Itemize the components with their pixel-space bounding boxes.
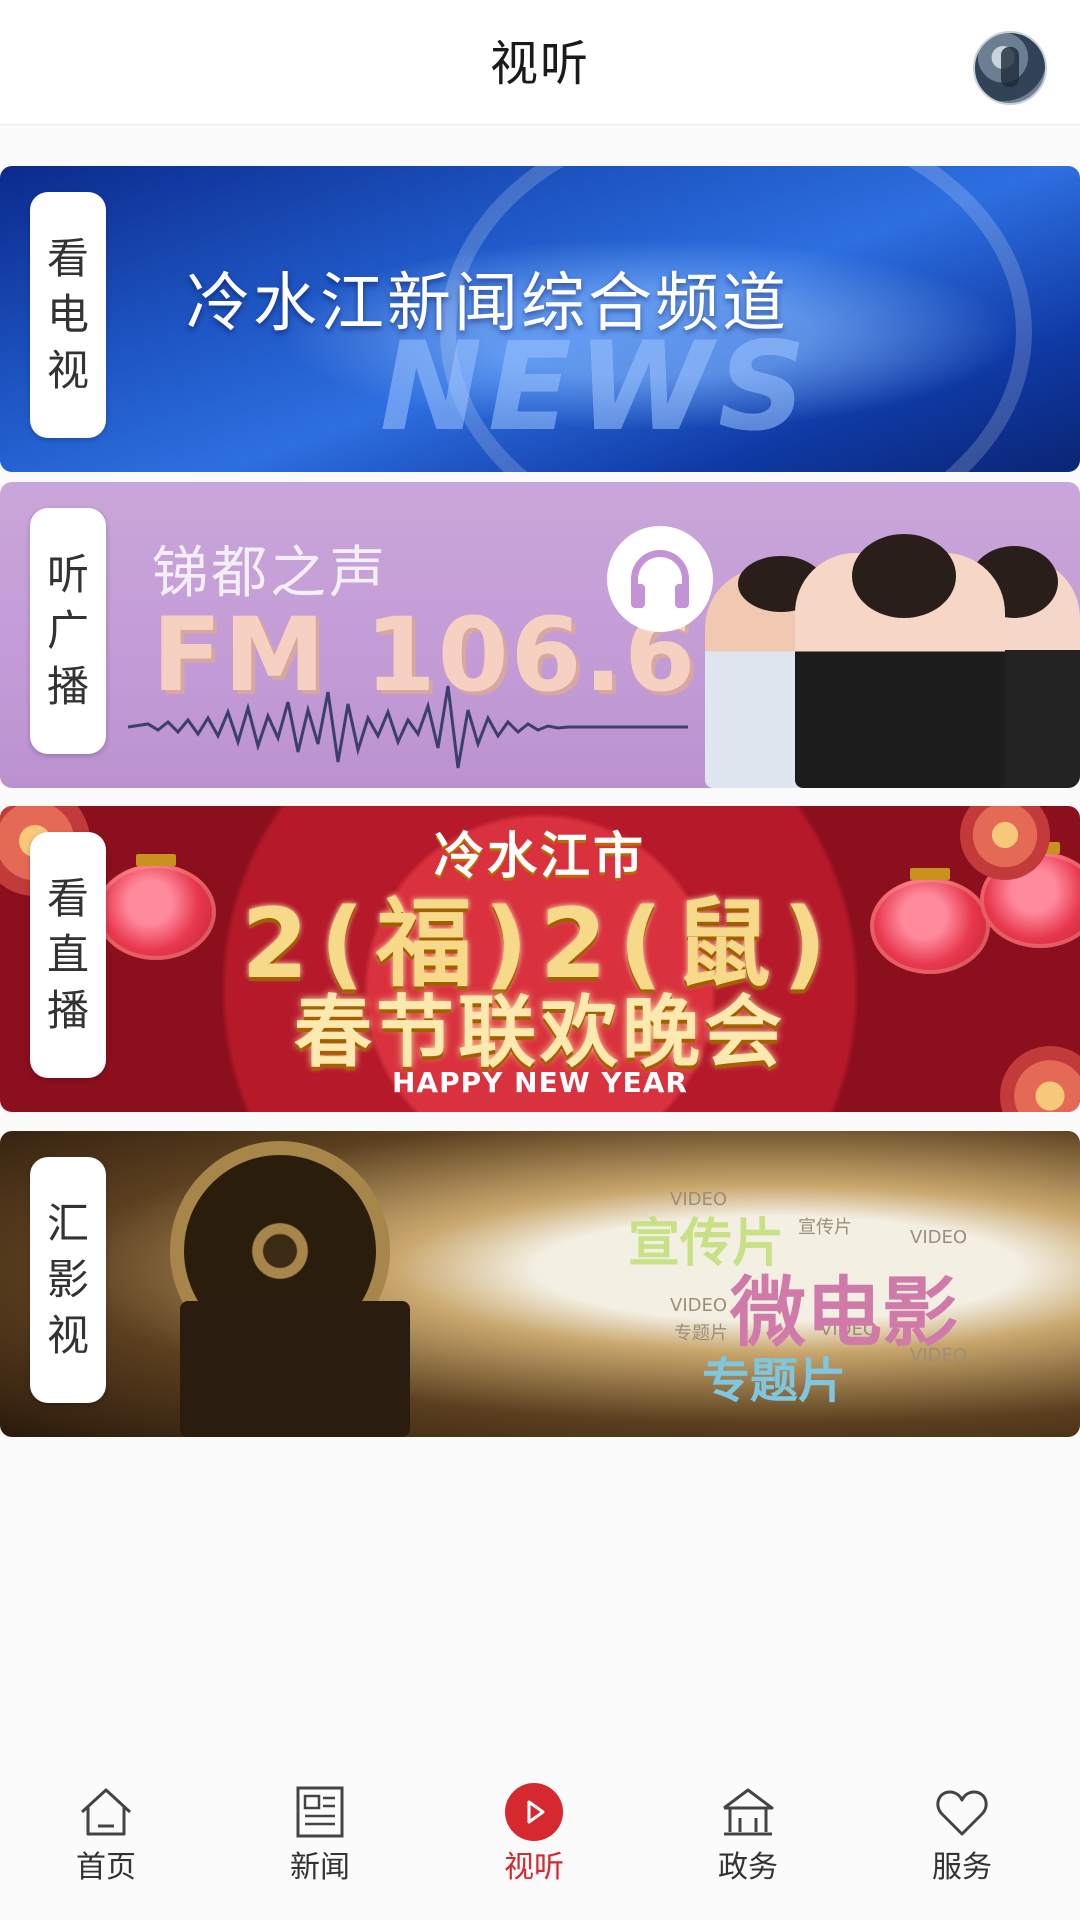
side-tag-char: 直: [46, 930, 89, 979]
video-word: 宣传片: [798, 1217, 852, 1238]
side-tag-video[interactable]: 汇 影 视: [30, 1157, 106, 1403]
sound-wave-graphic: [128, 685, 688, 769]
banner-video[interactable]: VIDEO 宣传片 VIDEO VIDEO 专题片 VIDEO VIDEO 宣传…: [0, 1131, 1080, 1437]
side-tag-char: 视: [46, 346, 89, 395]
side-tag-char: 看: [46, 234, 89, 283]
side-tag-char: 播: [46, 662, 89, 711]
avatar-figure: [1001, 47, 1019, 87]
side-tag-char: 广: [46, 606, 89, 655]
newspaper-icon: [296, 1786, 344, 1838]
bottom-tab-bar: 首页 新闻 视听 政务 服务: [0, 1760, 1080, 1920]
play-icon: [505, 1783, 563, 1841]
tv-channel-title: 冷水江新闻综合频道: [186, 267, 789, 341]
tab-news[interactable]: 新闻: [240, 1782, 400, 1902]
top-bar: 视听: [0, 0, 1080, 125]
headphones-icon: [607, 526, 713, 632]
side-tag-tv[interactable]: 看 电 视: [30, 192, 106, 438]
tab-label: 政务: [718, 1850, 778, 1885]
tab-home[interactable]: 首页: [26, 1782, 186, 1902]
side-tag-char: 听: [46, 550, 89, 599]
tab-label: 服务: [932, 1850, 992, 1885]
video-word: VIDEO: [670, 1295, 728, 1316]
tab-government[interactable]: 政务: [668, 1782, 828, 1902]
host-hair: [852, 534, 956, 618]
government-icon: [723, 1788, 774, 1836]
banner-live[interactable]: 冷水江市 2(福)2(鼠) 春节联欢晚会 HAPPY NEW YEAR 看 直 …: [0, 806, 1080, 1112]
side-tag-char: 视: [46, 1311, 89, 1360]
video-word: VIDEO: [910, 1227, 968, 1248]
banner-tv[interactable]: NEWS 冷水江新闻综合频道 看 电 视: [0, 166, 1080, 472]
banner-radio[interactable]: 锑都之声 FM 106.6 听 广 播: [0, 482, 1080, 788]
tab-services[interactable]: 服务: [882, 1782, 1042, 1902]
heart-icon: [936, 1790, 988, 1836]
tab-media[interactable]: 视听: [454, 1782, 614, 1902]
side-tag-char: 看: [46, 874, 89, 923]
page-title: 视听: [489, 36, 590, 92]
tab-label: 视听: [504, 1850, 564, 1885]
side-tag-char: 汇: [46, 1199, 89, 1248]
side-tag-radio[interactable]: 听 广 播: [30, 508, 106, 754]
tab-label: 首页: [76, 1850, 136, 1885]
side-tag-char: 电: [46, 290, 89, 339]
home-icon: [80, 1788, 132, 1836]
live-english: HAPPY NEW YEAR: [392, 1066, 688, 1099]
side-tag-char: 播: [46, 986, 89, 1035]
side-tag-char: 影: [46, 1255, 89, 1304]
tab-label: 新闻: [290, 1850, 350, 1885]
avatar[interactable]: [973, 31, 1047, 105]
video-word-feature: 专题片: [702, 1353, 847, 1409]
projector-graphic: [180, 1301, 410, 1437]
side-tag-live[interactable]: 看 直 播: [30, 832, 106, 1078]
